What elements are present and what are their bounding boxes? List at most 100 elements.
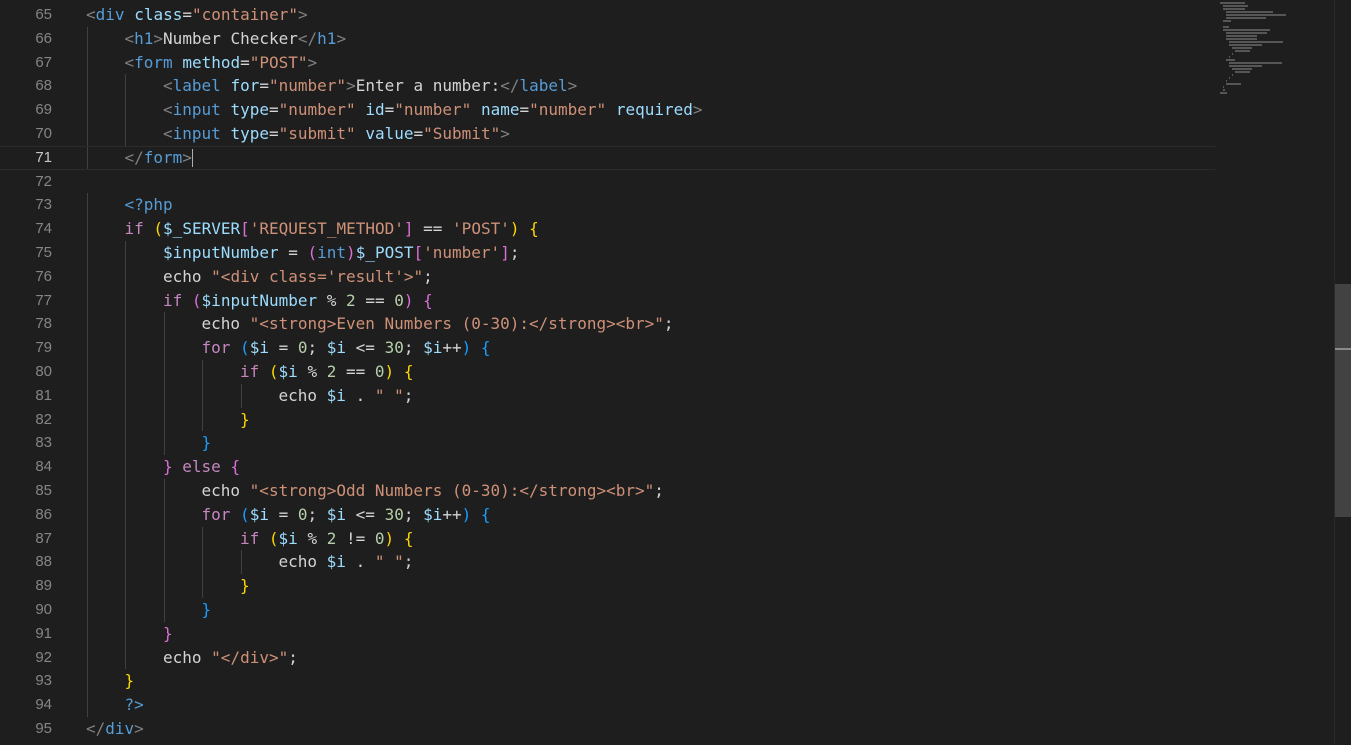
code-text[interactable]: echo $i . " "; bbox=[279, 384, 414, 408]
code-line[interactable]: 74 if ($_SERVER['REQUEST_METHOD'] == 'POS… bbox=[0, 217, 1215, 241]
code-text[interactable]: if ($inputNumber % 2 == 0) { bbox=[163, 289, 433, 313]
code-token: ++ bbox=[442, 338, 462, 358]
code-text[interactable]: <h1>Number Checker</h1> bbox=[125, 27, 347, 51]
code-token: </ bbox=[500, 76, 520, 96]
code-line[interactable]: 75 $inputNumber = (int)$_POST['number']; bbox=[0, 240, 1215, 265]
scrollbar-thumb[interactable] bbox=[1335, 284, 1351, 517]
code-text[interactable]: } bbox=[202, 598, 212, 622]
code-line[interactable]: 71 </form> bbox=[0, 145, 1215, 170]
code-line[interactable]: 81 echo $i . " "; bbox=[0, 383, 1215, 408]
code-line[interactable]: 83} bbox=[0, 431, 1215, 456]
code-token: { bbox=[529, 219, 539, 239]
code-text[interactable]: } bbox=[163, 622, 173, 646]
code-text[interactable]: for ($i = 0; $i <= 30; $i++) { bbox=[202, 503, 491, 527]
code-line[interactable]: 67 <form method="POST"> bbox=[0, 50, 1215, 75]
code-line[interactable]: 68 <label for="number">Enter a number:</l… bbox=[0, 74, 1215, 99]
indent-guide bbox=[125, 645, 126, 670]
editor-lines[interactable]: 65 <div class="container"> 66 <h1>Number Ch… bbox=[0, 3, 1215, 741]
indent-guide bbox=[125, 574, 126, 598]
code-line[interactable]: 93} bbox=[0, 669, 1215, 694]
code-line[interactable]: 70 <input type="submit" value="Submit"> bbox=[0, 121, 1215, 146]
code-text[interactable]: if ($_SERVER['REQUEST_METHOD'] == 'POST'… bbox=[125, 217, 539, 241]
code-line[interactable]: 72 bbox=[0, 170, 1215, 194]
code-token: if bbox=[163, 290, 183, 310]
code-line[interactable]: 77 if ($inputNumber % 2 == 0) { bbox=[0, 288, 1215, 313]
code-line[interactable]: 88 echo $i . " "; bbox=[0, 550, 1215, 575]
code-text[interactable]: echo "</div>"; bbox=[163, 646, 298, 670]
minimap[interactable] bbox=[1216, 0, 1334, 745]
code-text[interactable]: $inputNumber = (int)$_POST['number']; bbox=[163, 241, 519, 265]
code-text[interactable]: echo $i . " "; bbox=[279, 550, 414, 574]
code-line[interactable]: 95 </div> bbox=[0, 717, 1215, 741]
line-number: 95 bbox=[35, 719, 52, 737]
code-token: < bbox=[163, 123, 173, 143]
code-token: { bbox=[480, 338, 491, 358]
code-text[interactable]: <form method="POST"> bbox=[125, 51, 318, 75]
indent-guide bbox=[86, 312, 88, 337]
code-line[interactable]: 91} bbox=[0, 621, 1215, 646]
indent-guide bbox=[125, 288, 126, 313]
code-line[interactable]: 84} else { bbox=[0, 455, 1215, 479]
code-text[interactable]: <input type="submit" value="Submit"> bbox=[163, 122, 510, 146]
code-text[interactable]: </form> bbox=[125, 147, 193, 169]
code-text[interactable]: } bbox=[240, 574, 250, 598]
code-text[interactable]: <?php bbox=[125, 193, 173, 217]
code-token: = bbox=[519, 100, 530, 120]
code-text[interactable]: if ($i % 2 == 0) { bbox=[240, 360, 413, 384]
code-token: ; bbox=[403, 552, 414, 572]
code-text[interactable]: ?> bbox=[125, 693, 144, 717]
code-text[interactable]: <input type="number" id="number" name="n… bbox=[163, 98, 703, 122]
code-text[interactable]: echo "<strong>Even Numbers (0-30):</stro… bbox=[202, 312, 674, 336]
code-line[interactable]: 86 for ($i = 0; $i <= 30; $i++) { bbox=[0, 502, 1215, 527]
indent-guide bbox=[86, 597, 88, 622]
minimap-line bbox=[1229, 44, 1262, 46]
code-text[interactable]: echo "<strong>Odd Numbers (0-30):</stron… bbox=[202, 479, 664, 503]
code-line[interactable]: 69 <input type="number" id="number" name=… bbox=[0, 98, 1215, 122]
indent-guide bbox=[125, 621, 126, 646]
code-line[interactable]: 89} bbox=[0, 574, 1215, 598]
line-number: 75 bbox=[35, 243, 52, 261]
code-line[interactable]: 90} bbox=[0, 597, 1215, 622]
code-line[interactable]: 78 echo "<strong>Even Numbers (0-30):</st… bbox=[0, 312, 1215, 337]
code-text[interactable]: </div> bbox=[86, 717, 144, 741]
code-editor[interactable]: 65 <div class="container"> 66 <h1>Number Ch… bbox=[0, 0, 1351, 745]
code-text[interactable]: } bbox=[240, 408, 250, 432]
code-text[interactable]: if ($i % 2 != 0) { bbox=[240, 527, 413, 551]
code-line[interactable]: 79 for ($i = 0; $i <= 30; $i++) { bbox=[0, 336, 1215, 360]
code-line[interactable]: 73 <?php bbox=[0, 193, 1215, 218]
code-token: ) bbox=[384, 361, 395, 381]
code-text[interactable]: } bbox=[202, 431, 212, 455]
code-token: ; bbox=[403, 504, 424, 524]
code-line[interactable]: 82} bbox=[0, 407, 1215, 432]
indent-guide bbox=[202, 574, 203, 598]
code-token: " " bbox=[374, 552, 404, 572]
code-text[interactable]: echo "<div class='result'>"; bbox=[163, 265, 433, 289]
code-token: < bbox=[86, 5, 96, 24]
code-line[interactable]: 87 if ($i % 2 != 0) { bbox=[0, 526, 1215, 551]
indent-guide bbox=[86, 359, 88, 384]
code-line[interactable]: 85 echo "<strong>Odd Numbers (0-30):</str… bbox=[0, 478, 1215, 503]
code-line[interactable]: 66 <h1>Number Checker</h1> bbox=[0, 26, 1215, 51]
code-token: ; bbox=[663, 314, 674, 334]
code-text[interactable]: } bbox=[125, 669, 135, 693]
code-line[interactable]: 92 echo "</div>"; bbox=[0, 645, 1215, 670]
indent-guide bbox=[125, 383, 126, 408]
code-text[interactable]: <label for="number">Enter a number:</lab… bbox=[163, 74, 577, 98]
code-text[interactable]: <div class="container"> bbox=[86, 3, 308, 27]
code-line[interactable]: 65 <div class="container"> bbox=[0, 3, 1215, 27]
code-line[interactable]: 94 ?> bbox=[0, 693, 1215, 717]
code-token: ; bbox=[403, 338, 424, 358]
minimap-line bbox=[1226, 32, 1267, 34]
indent-guide bbox=[86, 669, 88, 694]
code-token: $i bbox=[423, 338, 443, 358]
minimap-line bbox=[1232, 74, 1234, 76]
indent-guide bbox=[125, 550, 126, 575]
code-token: < bbox=[124, 52, 135, 72]
code-token: "number" bbox=[529, 100, 607, 120]
code-line[interactable]: 76 echo "<div class='result'>"; bbox=[0, 264, 1215, 289]
line-number: 90 bbox=[35, 600, 52, 618]
code-text[interactable]: } else { bbox=[163, 455, 240, 479]
code-line[interactable]: 80 if ($i % 2 == 0) { bbox=[0, 359, 1215, 384]
code-text[interactable]: for ($i = 0; $i <= 30; $i++) { bbox=[202, 336, 491, 360]
